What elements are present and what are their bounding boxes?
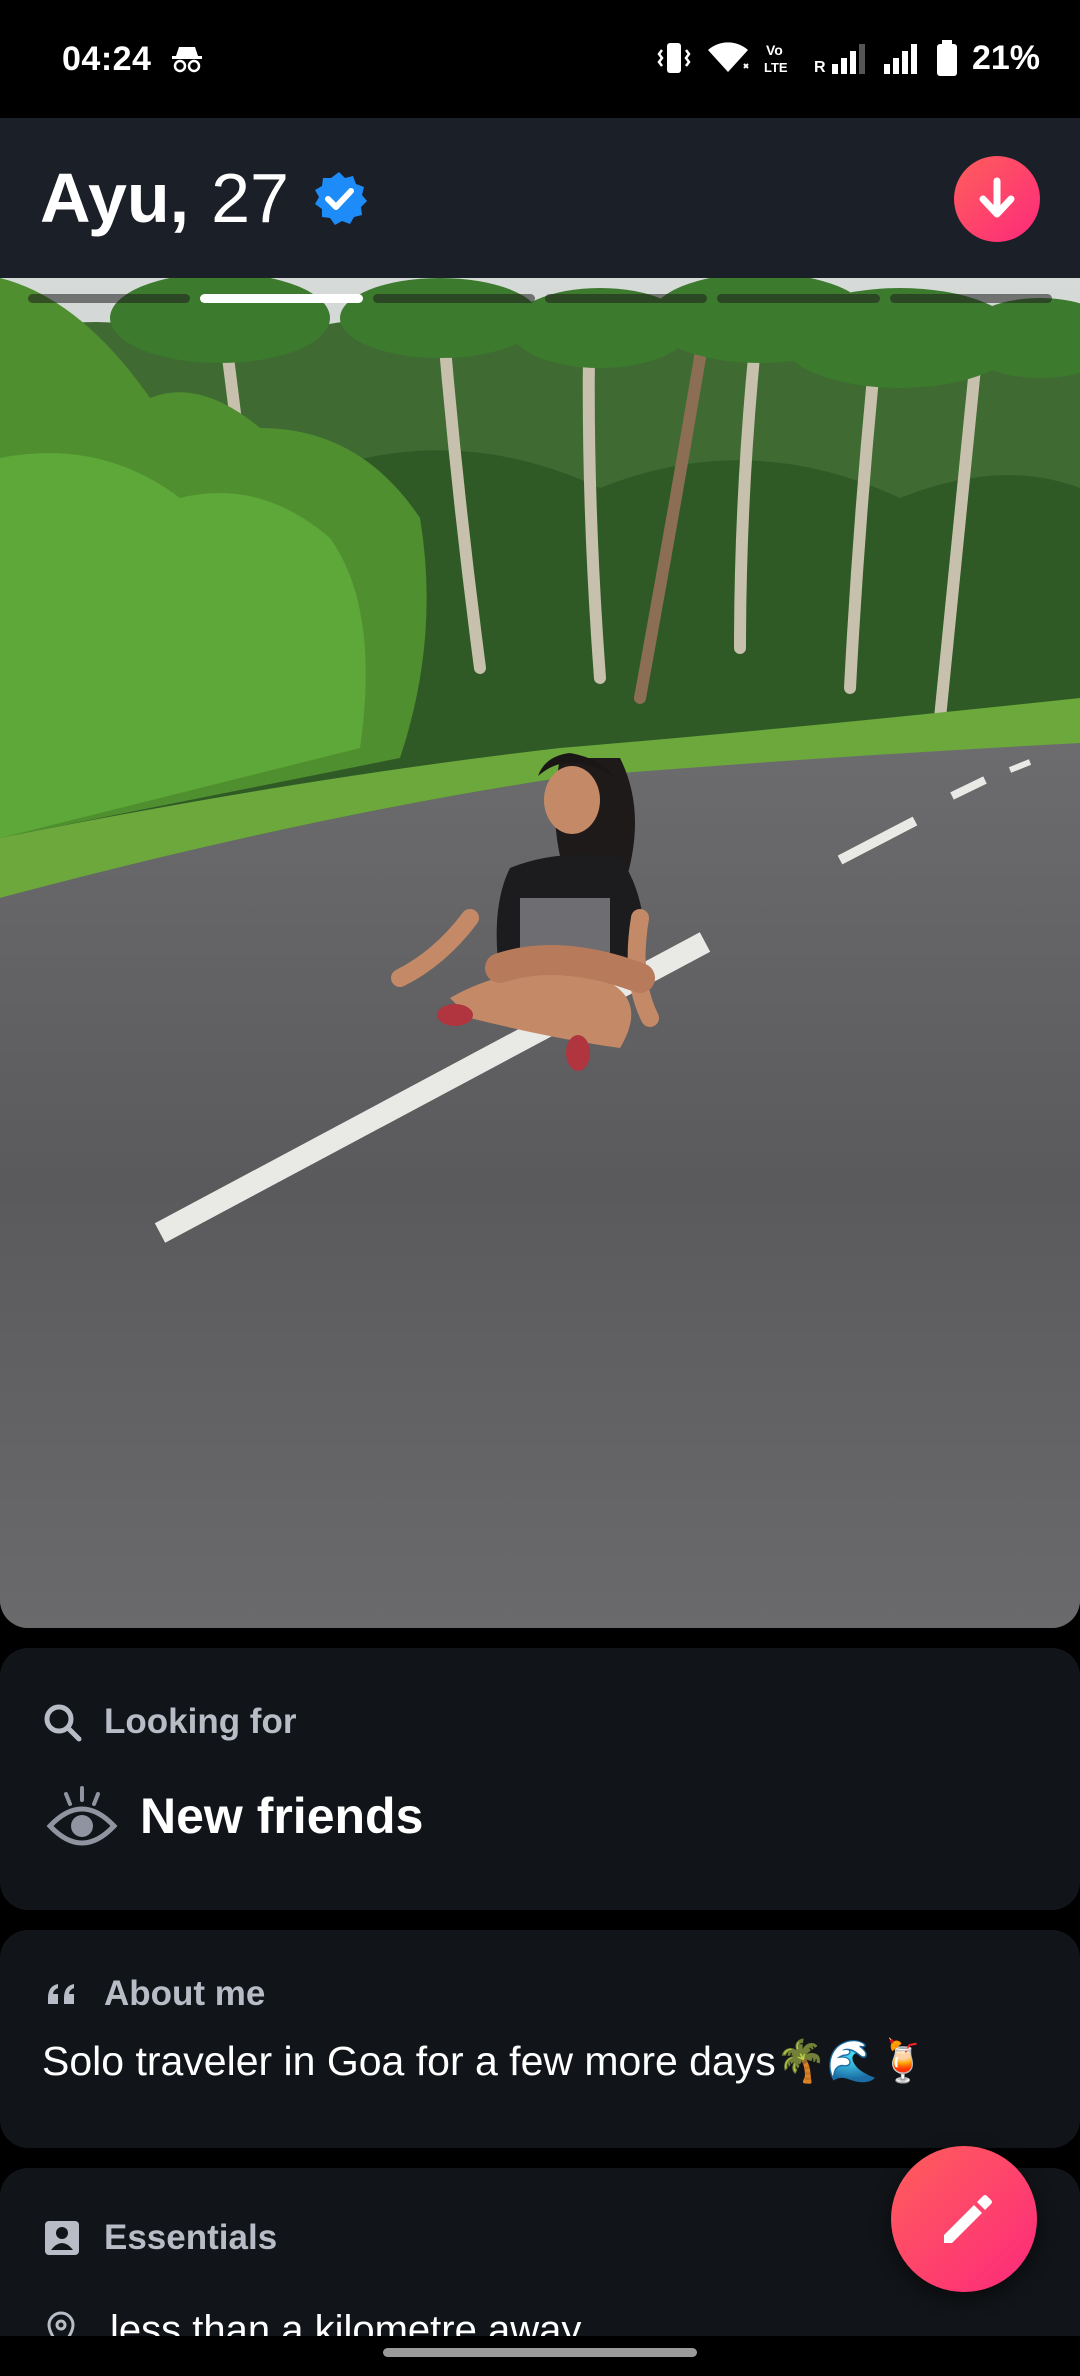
status-time: 04:24: [62, 40, 152, 78]
photo-progress-segment[interactable]: [372, 294, 535, 303]
looking-for-value: New friends: [140, 1788, 424, 1844]
navigation-bar: [0, 2336, 1080, 2376]
photo-progress-segment[interactable]: [889, 294, 1052, 303]
about-me-card: About me Solo traveler in Goa for a few …: [0, 1930, 1080, 2148]
about-me-text: Solo traveler in Goa for a few more days…: [42, 2038, 929, 2084]
photo-progress-segment[interactable]: [544, 294, 708, 303]
profile-name: Ayu,: [40, 159, 190, 237]
photo-progress-segment-active[interactable]: [200, 294, 363, 303]
quote-icon: [48, 1984, 74, 2004]
arrow-down-icon: [979, 177, 1015, 218]
signal-icon: R: [814, 44, 865, 76]
svg-text:R: R: [814, 59, 826, 76]
profile-age: 27: [211, 159, 289, 237]
signal-icon: [883, 44, 917, 74]
battery-icon: [936, 40, 957, 76]
status-bar: 04:24 Vo LTE R 21%: [0, 0, 1080, 118]
photo-image: [0, 278, 1080, 1628]
gesture-handle[interactable]: [383, 2348, 697, 2357]
profile-photo[interactable]: [0, 278, 1080, 1628]
edit-profile-button[interactable]: [891, 2146, 1037, 2292]
vibrate-icon: [657, 43, 691, 73]
collapse-profile-button[interactable]: [954, 156, 1040, 242]
photo-progress-segment[interactable]: [717, 294, 880, 303]
svg-text:LTE: LTE: [764, 60, 788, 75]
photo-progress-segment[interactable]: [28, 294, 191, 303]
search-icon: [44, 1704, 82, 1742]
pencil-icon: [944, 2195, 992, 2243]
looking-for-card: Looking for New friends: [0, 1648, 1080, 1910]
photo-progress-indicator: [28, 294, 1052, 303]
wifi-icon: [707, 42, 749, 72]
essentials-title: Essentials: [104, 2218, 278, 2257]
svg-text:Vo: Vo: [766, 42, 783, 58]
volte-icon: Vo LTE: [764, 42, 788, 75]
name-age-row: Ayu, 27: [40, 158, 367, 238]
looking-for-title: Looking for: [104, 1702, 297, 1741]
looking-for-header: Looking for: [42, 1702, 296, 1742]
eye-icon: [46, 1786, 118, 1846]
verified-badge-icon: [314, 172, 367, 225]
essentials-header: Essentials: [42, 2218, 277, 2258]
about-me-header: About me: [42, 1974, 265, 2014]
looking-for-value-row: New friends: [46, 1784, 423, 1848]
profile-header: Ayu, 27: [0, 118, 1080, 278]
about-me-title: About me: [104, 1974, 266, 2013]
incognito-icon: [172, 47, 202, 73]
profile-card-icon: [45, 2221, 79, 2255]
battery-percent: 21%: [971, 38, 1040, 77]
